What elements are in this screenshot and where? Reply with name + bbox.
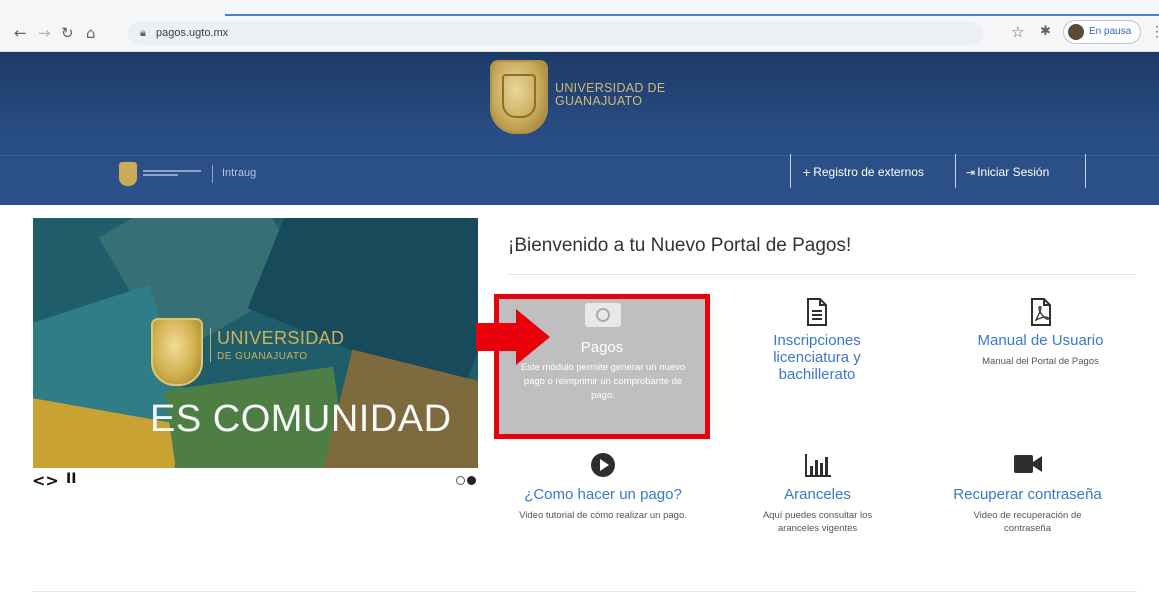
back-arrow-icon[interactable]: ← — [14, 24, 27, 42]
play-circle-icon — [591, 453, 615, 477]
page: ← → ↻ ⌂ 🔒︎ pagos.ugto.mx ☆ ✱ En pausa ⋮ … — [0, 0, 1159, 593]
lock-icon[interactable]: 🔒︎ — [140, 26, 146, 40]
pdf-icon — [1030, 298, 1051, 326]
plus-icon: + — [802, 166, 812, 179]
tile-manual-usuario[interactable]: Manual de Usuario Manual del Portal de P… — [953, 298, 1128, 368]
brand-separator — [212, 165, 213, 183]
site-header: UNIVERSIDAD DE GUANAJUATO Intraug + Regis… — [0, 52, 1159, 205]
sign-in-icon: ⇥ — [966, 166, 976, 179]
money-icon — [585, 303, 621, 327]
tile-inscripciones[interactable]: Inscripciones licenciatura y bachillerat… — [742, 298, 892, 383]
header-divider — [0, 155, 1159, 156]
browser-toolbar: ← → ↻ ⌂ 🔒︎ pagos.ugto.mx ☆ ✱ En pausa ⋮ — [0, 0, 1159, 52]
small-university-logo[interactable] — [119, 162, 137, 186]
nav-separator — [790, 154, 791, 188]
video-camera-icon — [1013, 455, 1042, 473]
carousel-dot[interactable] — [456, 476, 465, 485]
hero-carousel[interactable]: UNIVERSIDAD DE GUANAJUATO ES COMUNIDAD — [33, 218, 478, 468]
star-icon[interactable]: ☆ — [1011, 23, 1024, 41]
tile-description: Video tutorial de cómo realizar un pago. — [519, 510, 687, 521]
slide-tagline: ES COMUNIDAD — [150, 398, 452, 440]
login-link[interactable]: ⇥ Iniciar Sesión — [966, 165, 1049, 179]
small-university-wordmark — [143, 170, 201, 178]
red-arrow-annotation — [476, 309, 550, 365]
reload-icon[interactable]: ↻ — [61, 24, 74, 42]
forward-arrow-icon[interactable]: → — [38, 24, 51, 42]
nav-separator — [955, 154, 956, 188]
university-shield-logo[interactable] — [490, 60, 548, 134]
carousel-pause-icon[interactable]: II — [66, 471, 76, 487]
avatar — [1068, 24, 1084, 40]
profile-button[interactable]: En pausa — [1063, 20, 1141, 44]
slide-university-line2: DE GUANAJUATO — [217, 351, 308, 362]
login-label: Iniciar Sesión — [977, 165, 1050, 179]
page-load-progress — [225, 14, 1159, 16]
tile-title: Manual de Usuario — [977, 332, 1104, 349]
content-divider — [33, 591, 1137, 592]
nav-separator — [1085, 154, 1086, 188]
title-divider — [508, 274, 1136, 275]
document-icon — [807, 298, 827, 326]
url-text: pagos.ugto.mx — [156, 27, 229, 39]
address-bar[interactable]: 🔒︎ pagos.ugto.mx — [128, 21, 983, 45]
tile-recuperar-contrasena[interactable]: Recuperar contraseña Video de recuperaci… — [925, 452, 1130, 535]
university-name-line2: GUANAJUATO — [555, 94, 643, 108]
tile-description: Video de recuperación de contraseña — [973, 510, 1082, 534]
carousel-dot-active[interactable] — [467, 476, 476, 485]
bar-chart-icon — [804, 454, 831, 477]
puzzle-icon[interactable]: ✱ — [1040, 24, 1051, 39]
page-title: ¡Bienvenido a tu Nuevo Portal de Pagos! — [508, 235, 852, 256]
register-external-link[interactable]: + Registro de externos — [802, 165, 924, 179]
slide-university-line1: UNIVERSIDAD — [217, 328, 345, 348]
tile-description: Aquí puedes consultar los aranceles vige… — [762, 510, 873, 534]
university-name[interactable]: UNIVERSIDAD DE GUANAJUATO — [555, 82, 665, 108]
register-external-label: Registro de externos — [813, 165, 924, 179]
slide-university-name: UNIVERSIDAD DE GUANAJUATO — [210, 328, 344, 362]
tile-como-hacer-pago[interactable]: ¿Como hacer un pago? Video tutorial de c… — [503, 452, 703, 522]
tile-description: Manual del Portal de Pagos — [982, 356, 1099, 367]
home-icon[interactable]: ⌂ — [86, 24, 96, 42]
tile-title: ¿Como hacer un pago? — [524, 486, 682, 503]
browser-menu-icon[interactable]: ⋮ — [1150, 23, 1159, 40]
tile-title: Inscripciones licenciatura y bachillerat… — [773, 332, 861, 383]
profile-status-label: En pausa — [1089, 26, 1132, 37]
slide-university-shield — [151, 318, 203, 386]
tile-description: Este módulo permite generar un nuevo pag… — [520, 362, 686, 401]
tile-title: Recuperar contraseña — [953, 486, 1102, 503]
tile-aranceles[interactable]: Aranceles Aquí puedes consultar los aran… — [740, 452, 895, 535]
intranet-link[interactable]: Intraug — [222, 167, 256, 179]
carousel-prev-next-icon[interactable]: <> — [32, 471, 59, 490]
tile-title: Aranceles — [784, 486, 851, 503]
